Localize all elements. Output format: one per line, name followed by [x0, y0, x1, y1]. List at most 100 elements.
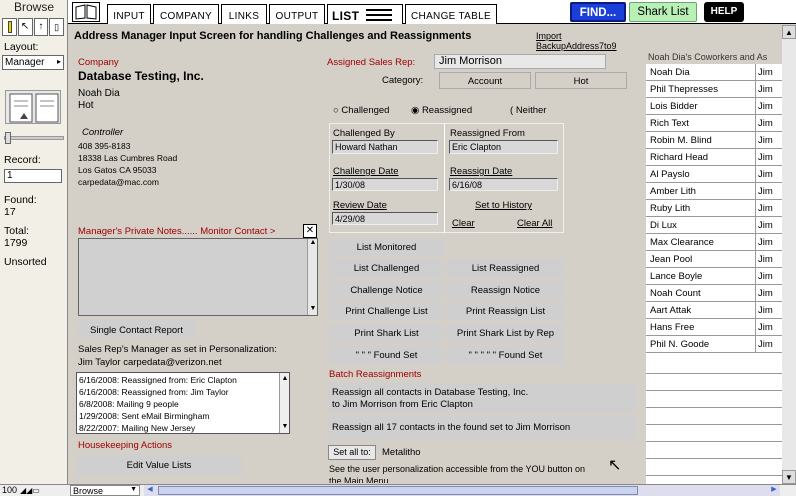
tab-company[interactable]: COMPANY — [153, 4, 219, 24]
book-nav-icon[interactable] — [72, 2, 100, 22]
coworker-rep: Jim — [758, 152, 773, 163]
horizontal-scrollbar[interactable]: ◀ ▶ — [144, 485, 780, 496]
coworker-rep: Jim — [758, 254, 773, 265]
rep-field[interactable]: Jim Morrison — [434, 54, 606, 69]
horizontal-scroll-thumb[interactable] — [158, 486, 638, 495]
coworker-name: Hans Free — [648, 319, 756, 335]
history-scrollbar[interactable]: ▲ ▼ — [279, 373, 289, 433]
up-arrow-icon[interactable]: ↑ — [33, 18, 49, 36]
single-contact-report-button[interactable]: Single Contact Report — [78, 321, 195, 338]
challenge-notice-button[interactable]: Challenge Notice — [329, 281, 444, 299]
reassign-date-field[interactable]: 6/16/08 — [449, 178, 558, 191]
scroll-down-icon[interactable]: ▼ — [782, 470, 796, 484]
coworker-row[interactable]: Noah Count Jim — [646, 285, 782, 302]
tab-links[interactable]: LINKS — [221, 4, 267, 24]
category-account[interactable]: Account — [439, 72, 531, 89]
clear-all-link[interactable]: Clear All — [517, 218, 552, 229]
layout-select[interactable]: Manager ▸ — [2, 55, 64, 70]
tab-input[interactable]: INPUT — [107, 4, 151, 24]
tab-list[interactable]: LIST — [327, 4, 403, 24]
coworker-row[interactable]: Aart Attak Jim — [646, 302, 782, 319]
coworker-row[interactable]: Lance Boyle Jim — [646, 268, 782, 285]
found-label: Found: — [4, 194, 37, 206]
help-button[interactable]: HELP — [704, 2, 744, 22]
review-date-field[interactable]: 4/29/08 — [332, 212, 438, 225]
page-icon[interactable]: ▯ — [49, 18, 64, 36]
set-all-to-value[interactable]: Metalitho — [382, 447, 421, 458]
list-challenged-button[interactable]: List Challenged — [329, 259, 444, 277]
radio-reassigned[interactable]: ◉ Reassigned — [411, 105, 472, 116]
print-shark-list-button[interactable]: Print Shark List — [329, 324, 444, 342]
import-link[interactable]: Import BackupAddress7to9 — [536, 31, 642, 51]
company-name: Database Testing, Inc. — [78, 69, 204, 83]
scroll-left-icon[interactable]: ◀ — [144, 485, 156, 496]
coworker-row[interactable]: Richard Head Jim — [646, 149, 782, 166]
edit-value-lists-button[interactable]: Edit Value Lists — [76, 455, 242, 475]
coworker-row[interactable]: Robin M. Blind Jim — [646, 132, 782, 149]
category-hot[interactable]: Hot — [535, 72, 627, 89]
set-to-history-link[interactable]: Set to History — [475, 200, 532, 211]
find-button[interactable]: FIND... — [570, 2, 626, 22]
history-item: 8/22/2007: Mailing New Jersey — [79, 423, 196, 433]
challenged-by-label: Challenged By — [333, 128, 395, 139]
list-reassigned-button[interactable]: List Reassigned — [447, 259, 564, 277]
print-challenge-list-button[interactable]: Print Challenge List — [329, 302, 444, 320]
coworker-row[interactable]: Ruby Lith Jim — [646, 200, 782, 217]
record-input[interactable]: 1 — [4, 169, 62, 183]
scroll-up-icon[interactable]: ▲ — [782, 25, 796, 39]
print-reassign-list-button[interactable]: Print Reassign List — [447, 302, 564, 320]
mode-select[interactable]: Browse ▼ — [70, 485, 140, 496]
pointer-icon[interactable]: ↖ — [17, 18, 33, 36]
set-all-to-button[interactable]: Set all to: — [328, 445, 376, 460]
close-notes-icon[interactable]: ✕ — [303, 224, 317, 238]
tool-palette: ↖ ↑ ▯ — [2, 18, 64, 36]
reassign-notice-button[interactable]: Reassign Notice — [447, 281, 564, 299]
coworker-row[interactable]: Al Payslo Jim — [646, 166, 782, 183]
housekeeping-label: Housekeeping Actions — [78, 440, 173, 451]
reassign-all-button[interactable]: Reassign all contacts in Database Testin… — [328, 383, 636, 413]
found-set-button-2[interactable]: " " " " " Found Set — [447, 346, 564, 364]
vertical-scrollbar[interactable]: ▲ ▼ — [782, 25, 796, 484]
coworker-row[interactable]: Rich Text Jim — [646, 115, 782, 132]
reassign-found-button[interactable]: Reassign all 17 contacts in the found se… — [328, 417, 636, 439]
tab-change-table[interactable]: CHANGE TABLE — [405, 4, 497, 24]
notes-scrollbar[interactable]: ▲ ▼ — [307, 239, 317, 315]
radio-neither[interactable]: ( Neither — [510, 105, 546, 116]
challenged-by-field[interactable]: Howard Nathan — [332, 140, 438, 154]
coworker-row[interactable]: Max Clearance Jim — [646, 234, 782, 251]
coworker-name: Richard Head — [648, 149, 756, 165]
coworker-row[interactable]: Amber Lith Jim — [646, 183, 782, 200]
clear-link[interactable]: Clear — [452, 218, 475, 229]
coworker-row[interactable]: Lois Bidder Jim — [646, 98, 782, 115]
coworker-rep: Jim — [758, 322, 773, 333]
tab-output[interactable]: OUTPUT — [269, 4, 325, 24]
found-set-button-1[interactable]: " " " Found Set — [329, 346, 444, 364]
coworker-rep: Jim — [758, 135, 773, 146]
coworker-row[interactable]: Jean Pool Jim — [646, 251, 782, 268]
book-icon[interactable] — [5, 90, 61, 124]
coworker-row[interactable]: Phil N. Goode Jim — [646, 336, 782, 353]
scroll-right-icon[interactable]: ▶ — [768, 485, 780, 496]
reassigned-from-field[interactable]: Eric Clapton — [449, 140, 558, 154]
zoom-level[interactable]: 100 — [2, 485, 17, 495]
found-value: 17 — [4, 206, 16, 218]
slider-thumb[interactable] — [5, 132, 11, 144]
coworker-row[interactable]: Hans Free Jim — [646, 319, 782, 336]
history-list[interactable]: 6/16/2008: Reassigned from: Eric Clapton… — [76, 372, 290, 434]
challenge-date-field[interactable]: 1/30/08 — [332, 178, 438, 191]
zoom-icons[interactable]: ◢◢▭ — [20, 486, 40, 495]
list-monitored-button[interactable]: List Monitored — [329, 238, 444, 255]
history-item: 6/16/2008: Reassigned from: Jim Taylor — [79, 387, 229, 397]
pencil-icon[interactable] — [2, 18, 17, 36]
print-shark-by-rep-button[interactable]: Print Shark List by Rep — [447, 324, 564, 342]
coworker-row[interactable]: Di Lux Jim — [646, 217, 782, 234]
main-panel: Address Manager Input Screen for handlin… — [70, 25, 642, 484]
record-slider[interactable] — [4, 132, 64, 144]
reassign-date-label: Reassign Date — [450, 166, 513, 177]
coworkers-title: Noah Dia's Coworkers and As — [648, 52, 768, 62]
coworker-row[interactable]: Noah Dia Jim — [646, 64, 782, 81]
shark-list-button[interactable]: Shark List — [629, 2, 697, 22]
radio-challenged[interactable]: ○ Challenged — [333, 105, 389, 116]
private-notes-field[interactable]: ▲ ▼ — [78, 238, 318, 316]
coworker-row[interactable]: Phil Thepresses Jim — [646, 81, 782, 98]
